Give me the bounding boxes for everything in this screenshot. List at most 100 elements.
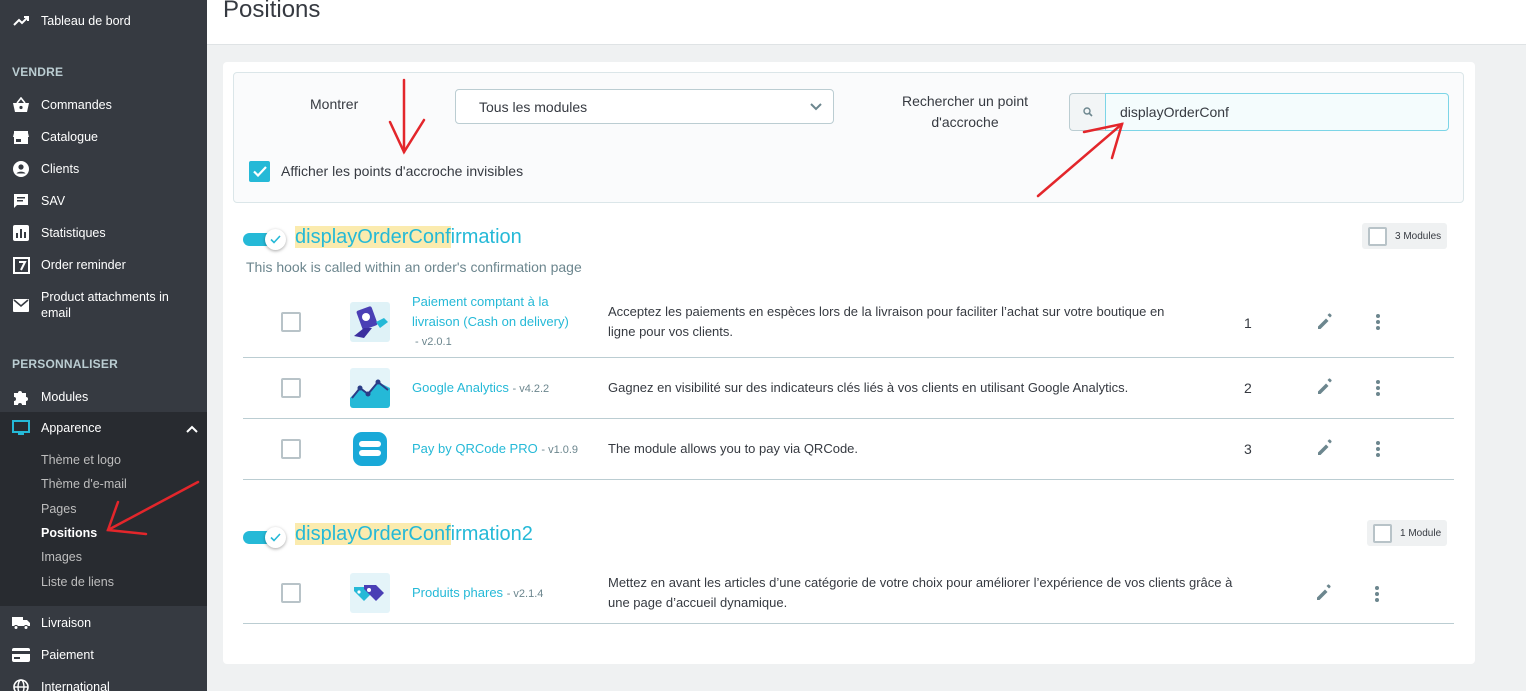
submenu-item-theme-logo[interactable]: Thème et logo <box>41 453 121 467</box>
chevron-up-icon <box>186 422 198 436</box>
module-name[interactable]: Google Analytics - v4.2.2 <box>412 378 549 399</box>
toggle-knob <box>265 527 286 548</box>
hook-title: displayOrderConfirmation2 <box>295 523 533 546</box>
show-invisible-hooks-label: Afficher les points d'accroche invisible… <box>281 163 524 179</box>
search-hook-label-line1: Rechercher un point <box>901 93 1029 109</box>
sidebar-item-label: International <box>41 680 110 691</box>
edit-icon[interactable] <box>1315 584 1333 602</box>
sidebar-item-shipping[interactable]: Livraison <box>0 614 207 632</box>
module-name[interactable]: Paiement comptant à la livraison (Cash o… <box>412 292 569 352</box>
module-checkbox[interactable] <box>281 583 301 603</box>
submenu-item-link-list[interactable]: Liste de liens <box>41 575 114 589</box>
hook-title-rest: irmation2 <box>450 523 533 545</box>
module-description-line1: Acceptez les paiements en espèces lors d… <box>608 304 1165 319</box>
module-select-value: Tous les modules <box>479 99 588 115</box>
module-version: - v2.0.1 <box>415 336 452 348</box>
module-name-line2: livraison (Cash on delivery) <box>412 314 569 329</box>
show-invisible-hooks-checkbox[interactable] <box>249 161 270 182</box>
module-count-label: 1 Module <box>1400 527 1442 539</box>
hook-search <box>1069 93 1449 131</box>
module-version: - v1.0.9 <box>541 444 579 456</box>
sidebar-item-payment[interactable]: Paiement <box>0 646 207 664</box>
module-position: 2 <box>1244 380 1252 396</box>
sidebar-item-modules[interactable]: Modules <box>0 388 207 406</box>
module-description-line2: une page d’accueil dynamique. <box>608 595 788 610</box>
hook-title: displayOrderConfirmation <box>295 226 522 249</box>
desktop-icon <box>12 419 30 437</box>
filter-panel: Montrer Tous les modules Rechercher un p… <box>233 72 1464 203</box>
module-description-line2: ligne pour vos clients. <box>608 324 734 339</box>
sidebar-item-catalog[interactable]: Catalogue <box>0 128 207 146</box>
section-title-customize: PERSONNALISER <box>12 357 118 371</box>
sidebar-item-customers[interactable]: Clients <box>0 160 207 178</box>
search-icon <box>1069 93 1105 131</box>
sidebar-item-stats[interactable]: Statistiques <box>0 224 207 242</box>
show-label: Montrer <box>310 96 359 112</box>
module-position: 3 <box>1244 441 1252 457</box>
hook-search-input[interactable] <box>1105 93 1449 131</box>
more-vert-icon[interactable] <box>1374 585 1380 603</box>
mail-icon <box>12 296 30 314</box>
select-all-checkbox[interactable] <box>1373 523 1392 543</box>
edit-icon[interactable] <box>1316 439 1334 457</box>
hook-title-match: displayOrderConf <box>295 523 451 545</box>
sidebar-item-label: Clients <box>41 162 80 176</box>
module-checkbox[interactable] <box>281 378 301 398</box>
hook-toggle[interactable] <box>243 527 287 548</box>
row-divider <box>243 623 1454 624</box>
module-name-line1: Paiement comptant à la <box>412 294 549 309</box>
module-checkbox[interactable] <box>281 439 301 459</box>
sidebar-item-orders[interactable]: Commandes <box>0 96 207 114</box>
submenu-item-positions[interactable]: Positions <box>41 526 97 540</box>
module-count-badge[interactable]: 3 Modules <box>1362 223 1448 249</box>
sidebar-item-order-reminder[interactable]: Order reminder <box>0 256 207 274</box>
sidebar: Tableau de bord VENDRE Commandes Catalog… <box>0 0 207 691</box>
module-name-text: Pay by QRCode PRO <box>412 441 538 456</box>
edit-icon[interactable] <box>1316 378 1334 396</box>
module-name-text: Produits phares <box>412 585 504 600</box>
featured-products-logo <box>350 573 390 613</box>
module-name[interactable]: Produits phares - v2.1.4 <box>412 583 543 604</box>
sidebar-item-label: Order reminder <box>41 258 126 272</box>
submenu-item-images[interactable]: Images <box>41 550 82 564</box>
account-circle-icon <box>12 160 30 178</box>
module-checkbox[interactable] <box>281 312 301 332</box>
more-vert-icon[interactable] <box>1375 440 1381 458</box>
trending-up-icon <box>12 12 30 30</box>
sidebar-item-label: Apparence <box>41 421 102 435</box>
more-vert-icon[interactable] <box>1375 313 1381 331</box>
module-count-badge[interactable]: 1 Module <box>1367 520 1448 546</box>
sidebar-item-label: Catalogue <box>41 130 98 144</box>
check-icon <box>270 235 281 244</box>
module-description: The module allows you to pay via QRCode. <box>608 441 859 456</box>
sidebar-item-product-attachments[interactable]: Product attachments in email <box>0 288 207 322</box>
select-all-checkbox[interactable] <box>1368 226 1387 246</box>
sidebar-item-dashboard[interactable]: Tableau de bord <box>0 12 207 30</box>
module-name[interactable]: Pay by QRCode PRO - v1.0.9 <box>412 439 578 460</box>
module-description: Mettez en avant les articles d’une catég… <box>608 573 1298 613</box>
calendar-seven-icon <box>12 256 30 274</box>
sidebar-item-label: SAV <box>41 194 66 208</box>
submenu-item-email-theme[interactable]: Thème d'e-mail <box>41 477 127 491</box>
module-name-text: Google Analytics <box>412 380 509 395</box>
row-divider <box>243 418 1454 419</box>
module-select[interactable]: Tous les modules <box>455 89 834 124</box>
hook-title-rest: irmation <box>450 226 522 248</box>
module-description: Acceptez les paiements en espèces lors d… <box>608 302 1228 342</box>
more-vert-icon[interactable] <box>1375 379 1381 397</box>
chevron-down-icon <box>809 99 823 118</box>
edit-icon[interactable] <box>1316 313 1334 331</box>
sidebar-item-international[interactable]: International <box>0 678 207 691</box>
hook-description: This hook is called within an order's co… <box>246 259 582 275</box>
hook-toggle[interactable] <box>243 229 287 250</box>
sidebar-item-appearance[interactable]: Apparence <box>0 412 207 445</box>
hook-title-match: displayOrderConf <box>295 226 451 248</box>
google-analytics-logo <box>350 368 390 408</box>
sidebar-item-label: Commandes <box>41 98 112 112</box>
submenu-item-pages[interactable]: Pages <box>41 502 76 516</box>
module-version: - v4.2.2 <box>512 383 550 395</box>
truck-icon <box>12 614 30 632</box>
row-divider <box>243 479 1454 480</box>
module-description: Gagnez en visibilité sur des indicateurs… <box>608 380 1129 395</box>
sidebar-item-customer-service[interactable]: SAV <box>0 192 207 210</box>
